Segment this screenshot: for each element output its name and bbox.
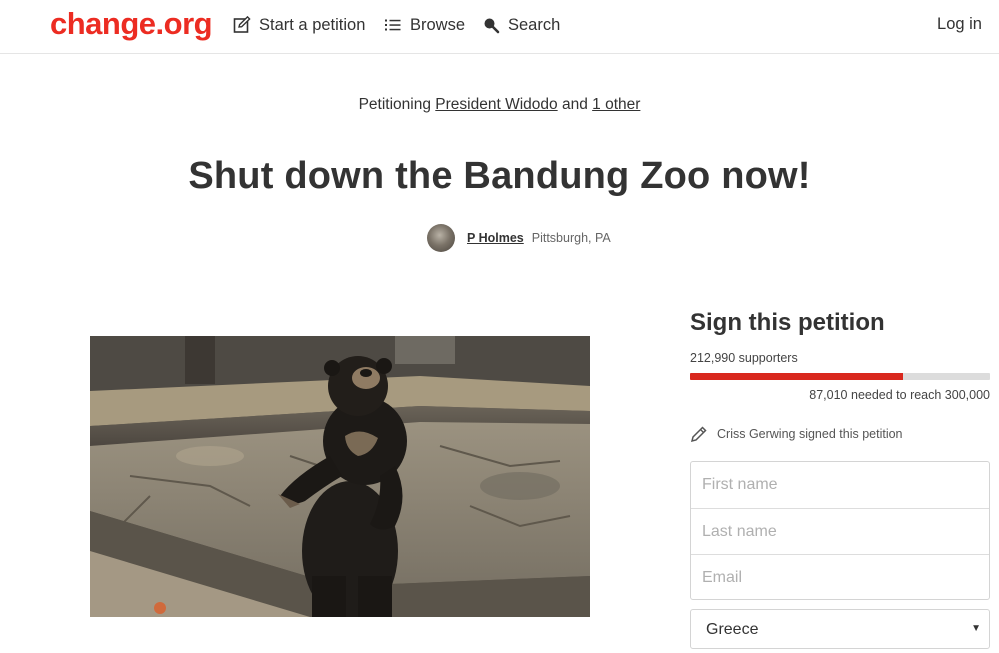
edit-icon [233, 16, 251, 34]
recent-signer-text: Criss Gerwing signed this petition [717, 427, 903, 441]
petition-title: Shut down the Bandung Zoo now! [188, 155, 811, 197]
browse-label: Browse [410, 15, 466, 34]
change-org-logo[interactable]: change.org [50, 6, 213, 42]
browse-link[interactable]: Browse [384, 14, 465, 36]
avatar[interactable] [427, 224, 455, 252]
signature-form [690, 461, 990, 600]
petition-author: P Holmes Pittsburgh, PA [427, 224, 611, 252]
email-field[interactable] [691, 554, 989, 600]
last-name-field[interactable] [691, 508, 989, 554]
petitioning-line: Petitioning President Widodo and 1 other [0, 96, 999, 114]
pencil-icon [690, 425, 708, 443]
petition-photo [90, 336, 590, 617]
signatures-needed: 87,010 needed to reach 300,000 [809, 388, 990, 402]
sign-petition-heading: Sign this petition [690, 309, 885, 336]
supporter-count: 212,990 supporters [690, 351, 798, 365]
search-label: Search [508, 15, 561, 34]
decision-maker-link[interactable]: President Widodo [435, 96, 557, 113]
other-decision-makers-link[interactable]: 1 other [592, 96, 640, 113]
top-navigation-bar: change.org Start a petition Browse Searc… [0, 0, 999, 54]
recent-signer: Criss Gerwing signed this petition [690, 425, 903, 443]
first-name-field[interactable] [691, 462, 989, 508]
search-link[interactable]: Search [482, 14, 560, 36]
list-icon [384, 16, 402, 34]
login-link[interactable]: Log in [937, 15, 982, 34]
country-selected-value: Greece [706, 621, 759, 638]
petitioning-conjunction: and [561, 96, 588, 113]
start-petition-link[interactable]: Start a petition [233, 14, 365, 36]
chevron-down-icon: ▼ [971, 623, 981, 634]
signature-progress-bar [690, 373, 990, 380]
start-petition-label: Start a petition [259, 15, 366, 34]
country-select[interactable]: Greece ▼ [690, 609, 990, 649]
signature-progress-fill [690, 373, 903, 380]
petitioning-prefix: Petitioning [358, 96, 431, 113]
author-name-link[interactable]: P Holmes [467, 231, 524, 245]
author-location: Pittsburgh, PA [531, 231, 611, 245]
search-icon [482, 16, 500, 34]
